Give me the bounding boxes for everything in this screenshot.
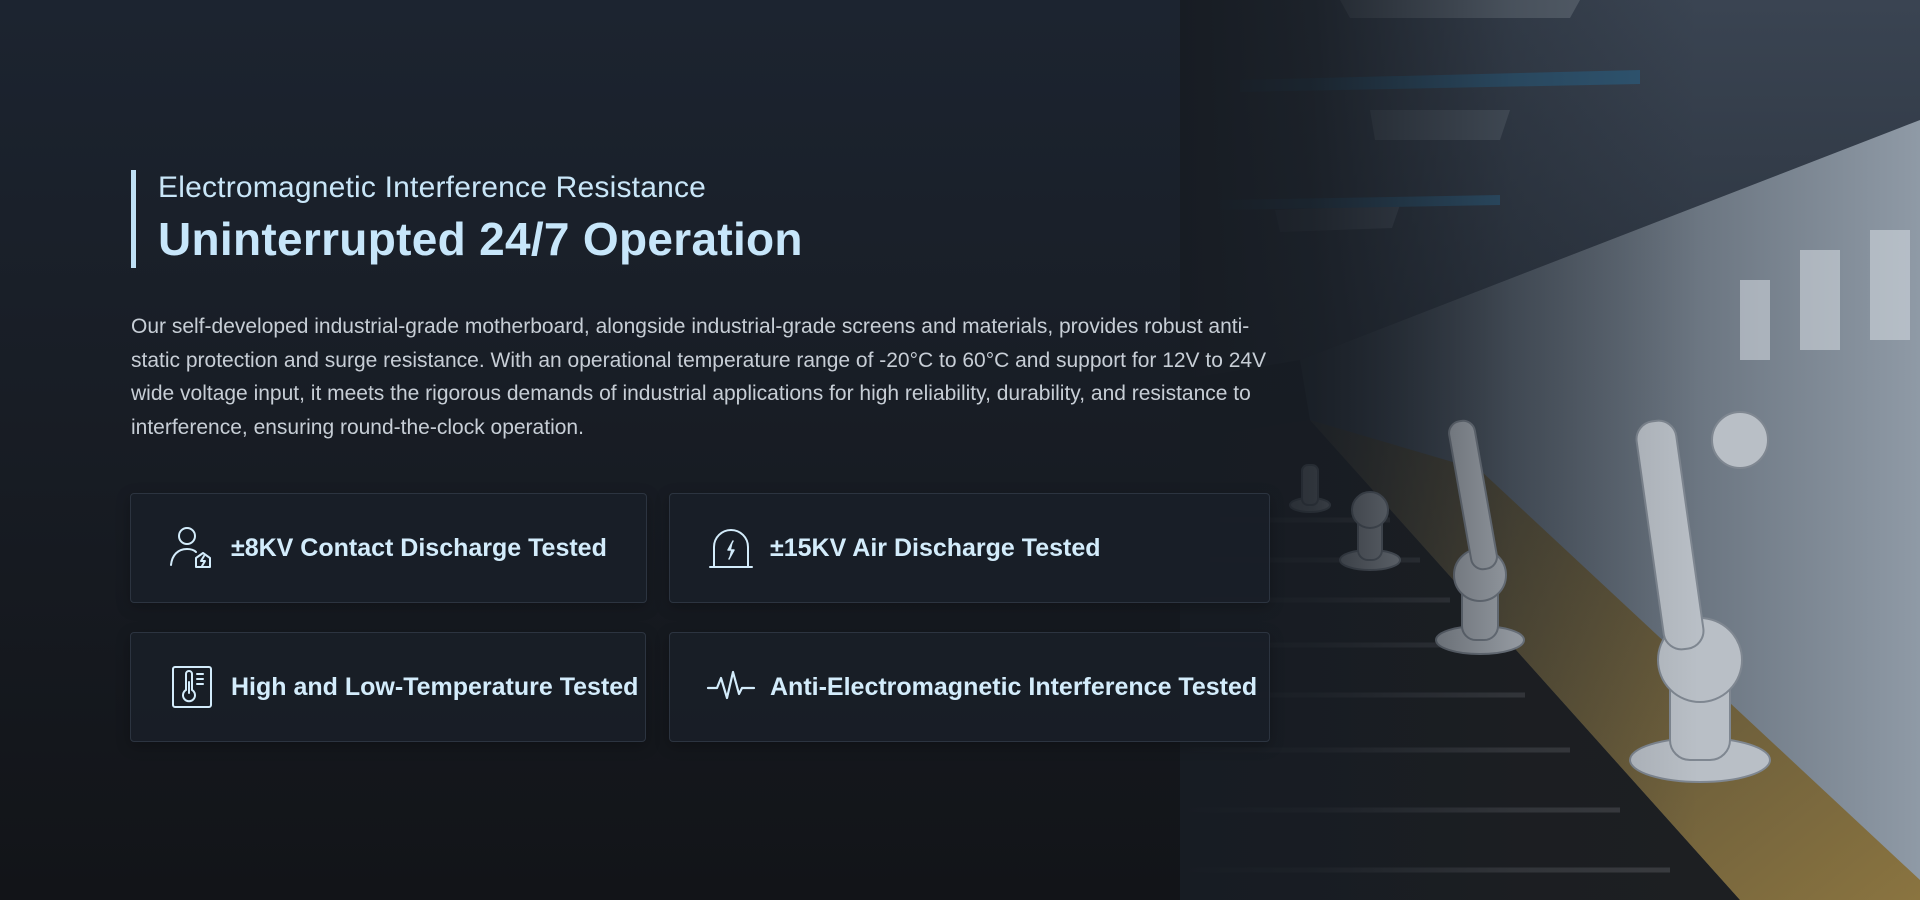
image-fade-overlay — [1180, 0, 1920, 900]
feature-label: ±15KV Air Discharge Tested — [770, 533, 1101, 562]
section-title: Uninterrupted 24/7 Operation — [158, 213, 803, 265]
feature-card-emi: Anti-Electromagnetic Interference Tested — [669, 632, 1270, 742]
waveform-icon — [706, 662, 756, 712]
feature-card-contact-discharge: ±8KV Contact Discharge Tested — [130, 493, 647, 603]
feature-card-air-discharge: ±15KV Air Discharge Tested — [669, 493, 1270, 603]
person-discharge-icon — [167, 523, 217, 573]
feature-label: High and Low-Temperature Tested — [231, 672, 639, 701]
section-description: Our self-developed industrial-grade moth… — [131, 315, 1267, 439]
section-heading: Electromagnetic Interference Resistance … — [131, 170, 803, 268]
air-discharge-icon — [706, 523, 756, 573]
factory-robot-arms-image — [1180, 0, 1920, 900]
feature-label: Anti-Electromagnetic Interference Tested — [770, 672, 1258, 701]
feature-cards: ±8KV Contact Discharge Tested ±15KV Air … — [130, 493, 1270, 743]
feature-card-temperature: High and Low-Temperature Tested — [130, 632, 646, 742]
feature-label: ±8KV Contact Discharge Tested — [231, 533, 607, 562]
section-eyebrow: Electromagnetic Interference Resistance — [158, 171, 707, 204]
hero-section: Electromagnetic Interference Resistance … — [0, 0, 1920, 900]
thermometer-icon — [167, 662, 217, 712]
